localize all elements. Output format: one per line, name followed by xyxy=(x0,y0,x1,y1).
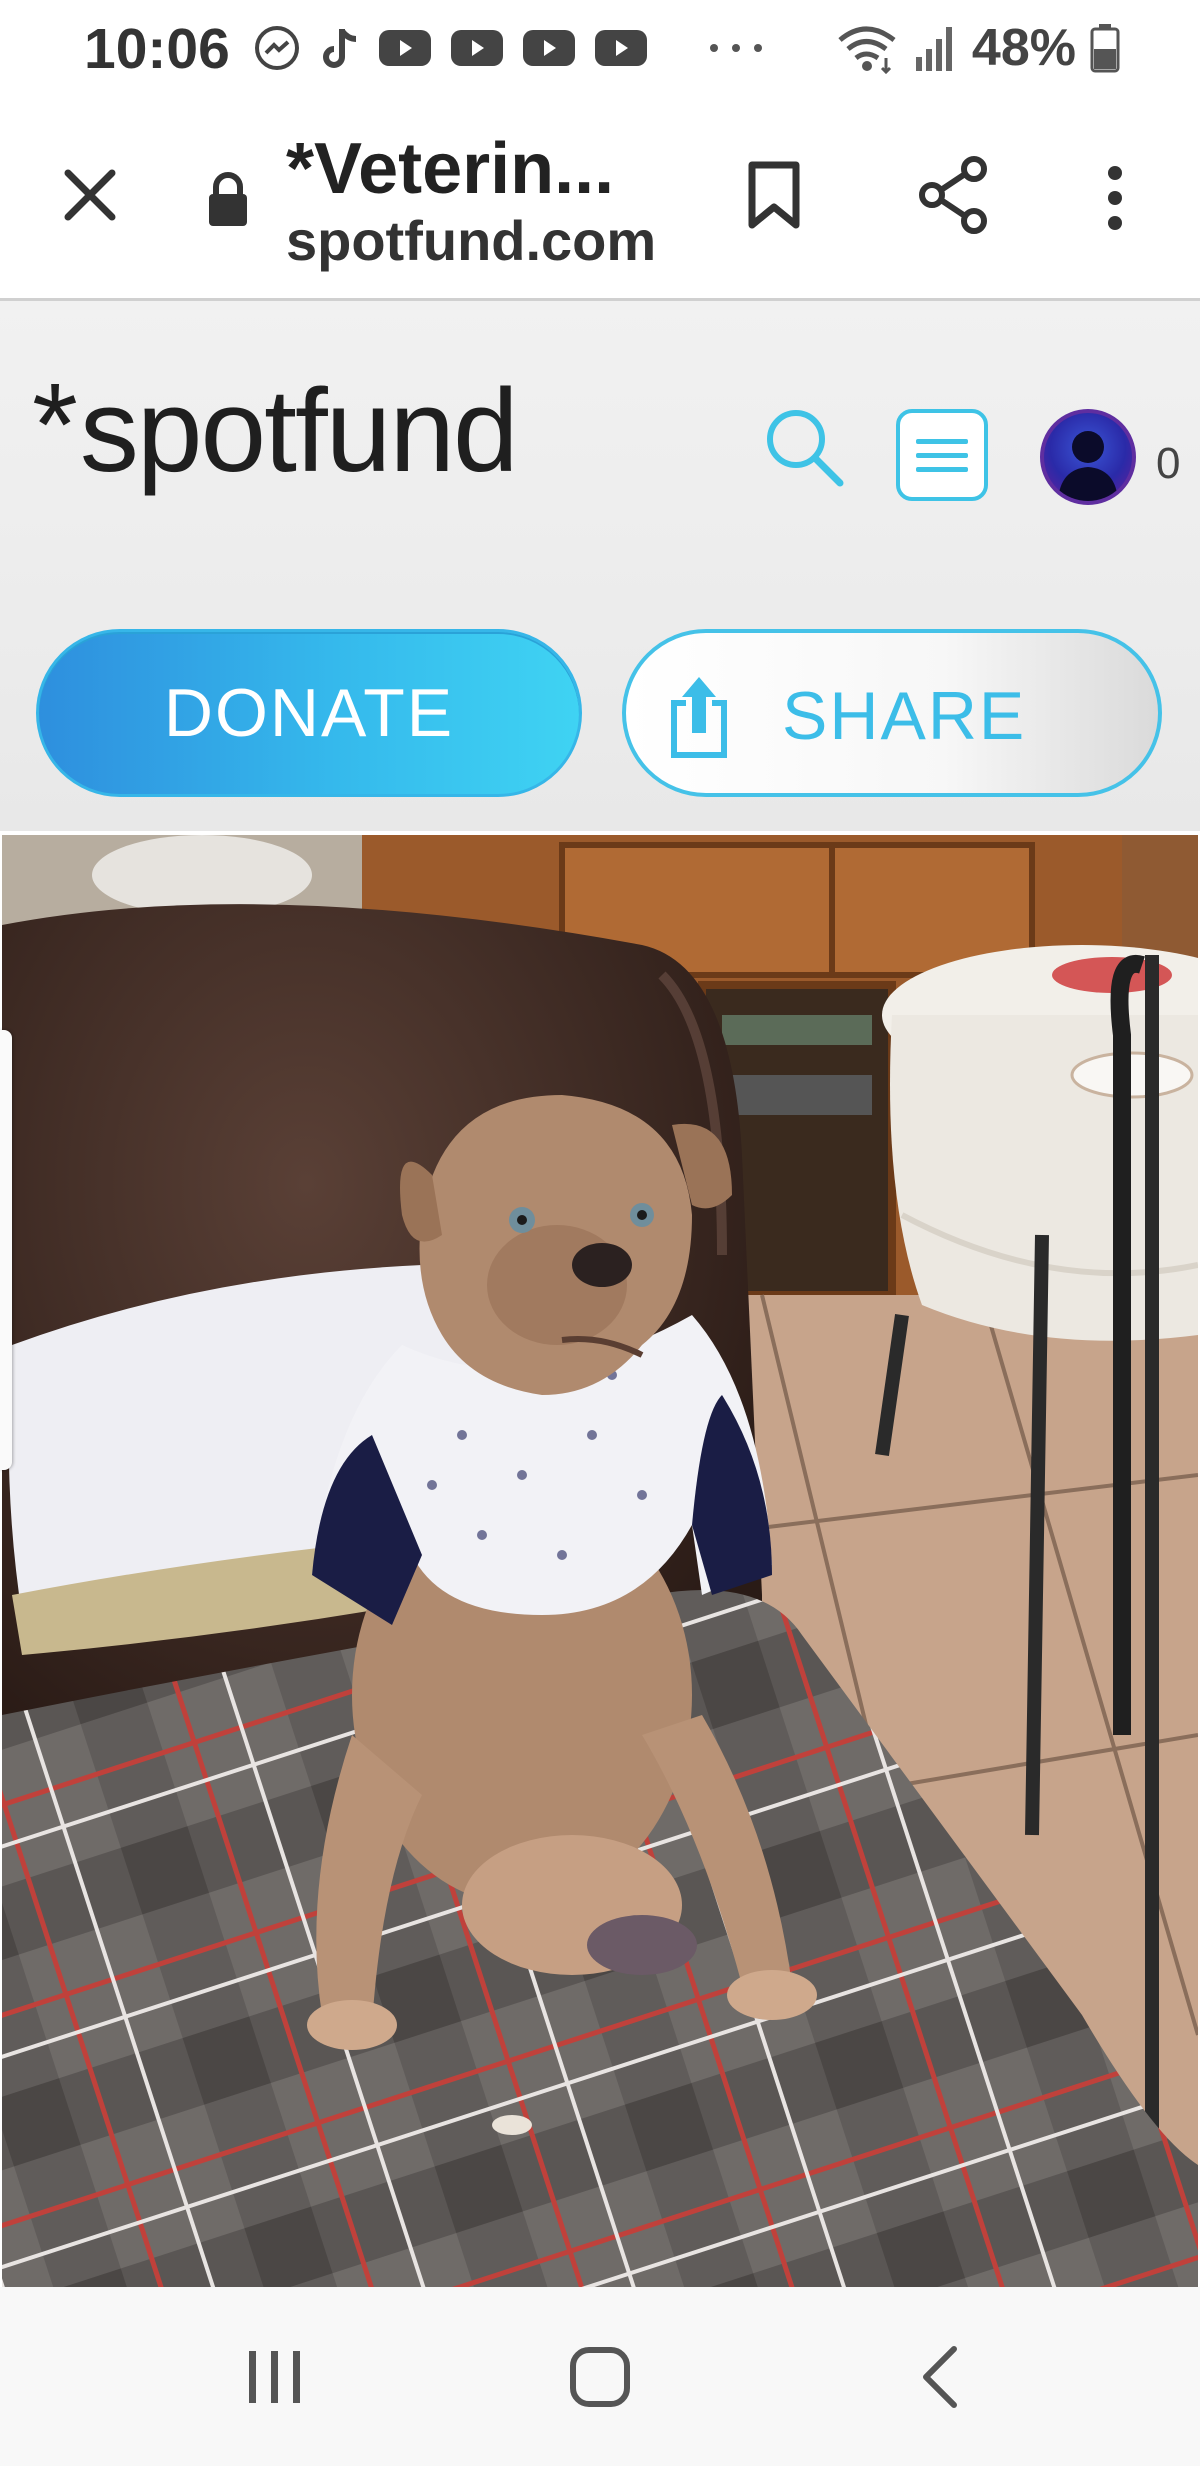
recent-apps-button[interactable] xyxy=(215,2287,335,2466)
donate-button[interactable]: DONATE xyxy=(36,629,582,797)
hamburger-line xyxy=(916,466,968,472)
system-nav-bar xyxy=(0,2287,1200,2466)
youtube-icon xyxy=(379,30,431,66)
site-header: *spotfund 0 DONATE SHARE xyxy=(0,301,1200,831)
messenger-icon xyxy=(255,26,299,70)
user-avatar[interactable] xyxy=(1040,409,1136,505)
user-silhouette-icon xyxy=(1058,431,1118,501)
hamburger-line xyxy=(916,452,968,458)
battery-icon xyxy=(1090,24,1120,73)
status-bar: 10:06 48% xyxy=(0,0,1200,100)
close-icon xyxy=(64,169,116,221)
home-icon xyxy=(570,2346,630,2407)
dog-photo-illustration xyxy=(2,835,1198,2287)
share-button[interactable]: SHARE xyxy=(622,629,1162,797)
youtube-icon xyxy=(451,30,503,66)
tiktok-icon xyxy=(323,29,357,68)
notification-icons xyxy=(252,18,766,78)
page-url[interactable]: spotfund.com xyxy=(286,208,656,273)
page-title[interactable]: *Veterin... xyxy=(286,128,614,210)
spotfund-logo[interactable]: *spotfund xyxy=(32,359,519,499)
browser-toolbar: *Veterin... spotfund.com xyxy=(0,100,1200,301)
status-time: 10:06 xyxy=(84,17,230,81)
home-button[interactable] xyxy=(540,2287,660,2466)
logo-text: spotfund xyxy=(79,365,519,497)
site-search-button[interactable] xyxy=(762,405,846,494)
browser-menu-button[interactable] xyxy=(1090,156,1140,240)
donate-label: DONATE xyxy=(163,675,455,751)
bookmark-button[interactable] xyxy=(736,154,812,238)
more-dots-icon xyxy=(710,44,762,52)
signal-icon xyxy=(915,27,952,71)
bookmark-icon xyxy=(748,161,800,229)
site-security-button[interactable] xyxy=(200,164,256,234)
share-label: SHARE xyxy=(782,678,1027,754)
search-icon xyxy=(767,410,844,487)
edge-panel-handle[interactable] xyxy=(0,1030,12,1470)
recent-apps-icon xyxy=(249,2350,300,2403)
hamburger-line xyxy=(916,438,968,444)
wifi-icon xyxy=(838,26,896,74)
battery-percent: 48% xyxy=(971,19,1076,77)
youtube-icon xyxy=(595,30,647,66)
more-vertical-icon xyxy=(1108,166,1122,230)
share-icon xyxy=(919,156,987,234)
close-tab-button[interactable] xyxy=(50,155,130,235)
logo-mark: * xyxy=(32,359,78,491)
status-right: 48% xyxy=(836,18,1120,78)
site-menu-button[interactable] xyxy=(896,409,988,501)
back-button[interactable] xyxy=(880,2287,1000,2466)
share-page-button[interactable] xyxy=(912,150,996,240)
lock-icon xyxy=(209,172,247,226)
back-icon xyxy=(923,2345,957,2408)
upload-share-icon xyxy=(671,677,727,758)
youtube-icon xyxy=(523,30,575,66)
notification-count: 0 xyxy=(1156,439,1181,488)
campaign-photo[interactable] xyxy=(2,835,1198,2287)
